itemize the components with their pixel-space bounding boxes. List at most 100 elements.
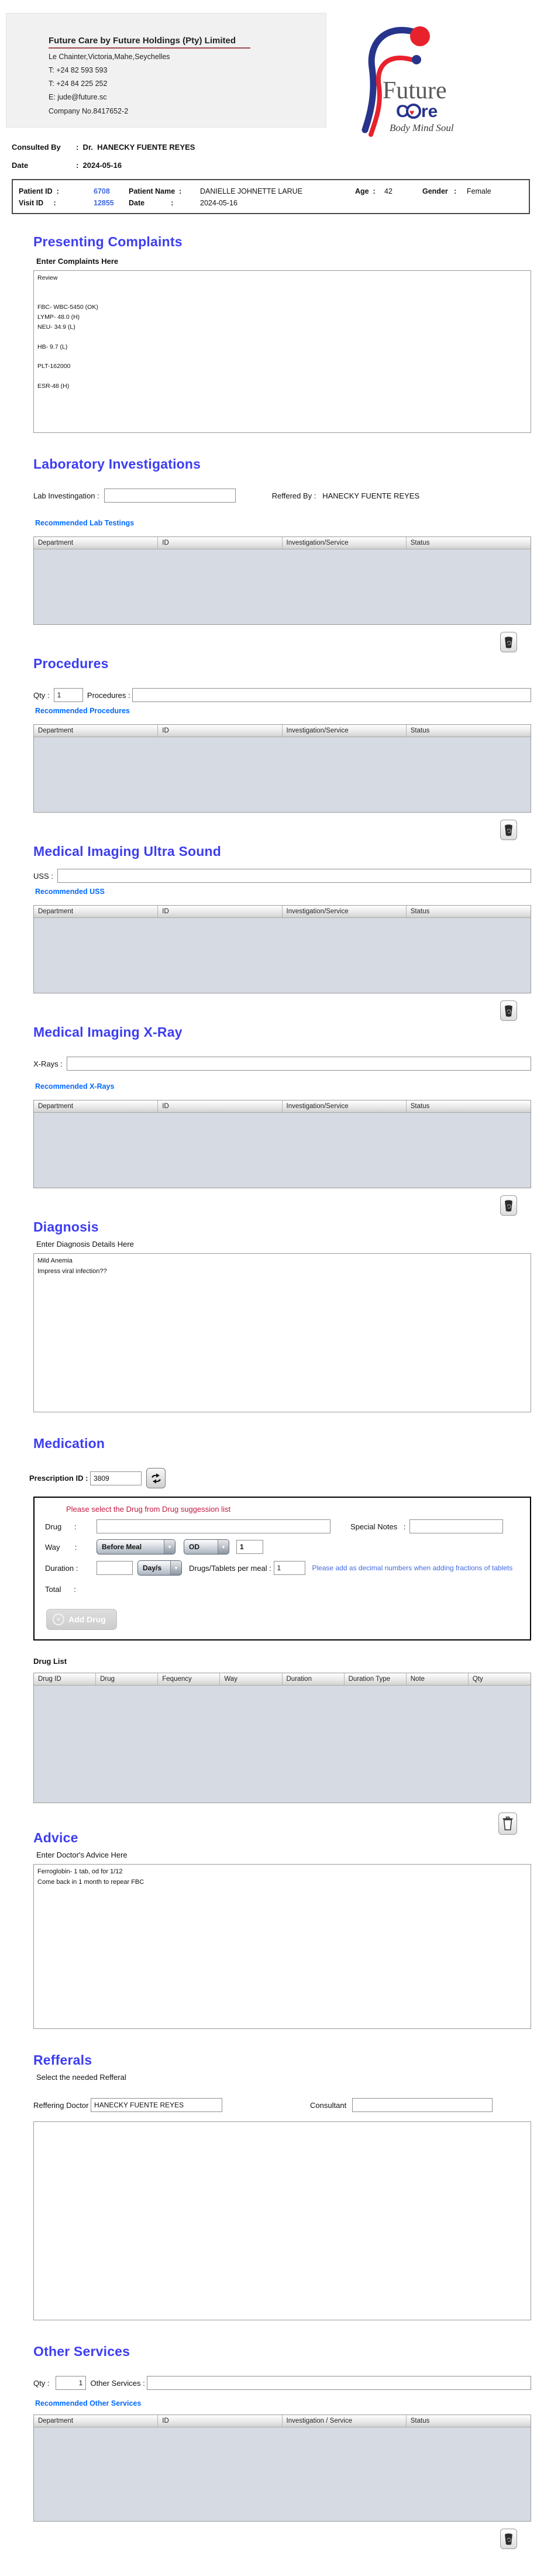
referred-by-label: Reffered By :	[271, 491, 323, 500]
other-services-label: Other Services :	[86, 2378, 147, 2388]
consultant-input[interactable]	[352, 2098, 493, 2112]
refresh-icon	[151, 1473, 161, 1484]
procedures-qty-input[interactable]	[53, 688, 83, 702]
os-col-department: Department	[34, 2415, 159, 2427]
diagnosis-label: Enter Diagnosis Details Here	[36, 1240, 134, 1249]
per-meal-label: Drugs/Tablets per meal :	[189, 1563, 274, 1573]
patient-id-label: Patient ID :	[19, 187, 59, 195]
delete-lab-test-button[interactable]	[500, 632, 517, 652]
recommended-procedures-link[interactable]: Recommended Procedures	[35, 707, 544, 715]
company-phone-1: T: +24 82 593 593	[49, 66, 108, 75]
special-notes-input[interactable]	[409, 1519, 503, 1533]
uss-input[interactable]	[57, 869, 531, 883]
svg-text:Future: Future	[383, 77, 447, 104]
section-heading-presenting-complaints: Presenting Complaints	[33, 234, 183, 249]
section-heading-xray: Medical Imaging X-Ray	[33, 1024, 183, 1040]
refresh-prescription-button[interactable]	[146, 1468, 166, 1488]
special-notes-label: Special Notes :	[350, 1522, 406, 1531]
add-drug-button[interactable]: + Add Drug	[46, 1609, 117, 1630]
patient-info-box: Patient ID : 6708 Patient Name : DANIELL…	[12, 179, 530, 214]
consulted-by-value: : Dr. HANECKY FUENTE REYES	[76, 143, 195, 152]
os-col-status: Status	[410, 2417, 430, 2424]
company-email: E: jude@future.sc	[49, 93, 107, 102]
trash-outline-icon	[502, 1817, 513, 1831]
lab-col-investigation: Investigation/Service	[283, 537, 407, 549]
other-services-input[interactable]	[147, 2376, 531, 2390]
drug-list-label: Drug List	[33, 1657, 67, 1666]
advice-textarea[interactable]: Ferroglobin- 1 tab, od for 1/12 Come bac…	[33, 1864, 531, 2029]
delete-other-service-button[interactable]	[500, 2529, 517, 2549]
other-services-list[interactable]	[34, 2427, 531, 2521]
referrals-list[interactable]	[33, 2121, 531, 2320]
gender-label: Gender :	[422, 187, 457, 195]
recommended-lab-testings-link[interactable]: Recommended Lab Testings	[35, 519, 544, 527]
delete-procedure-button[interactable]	[500, 820, 517, 840]
trash-icon	[505, 636, 512, 648]
procedures-input[interactable]	[132, 688, 531, 702]
drug-list[interactable]	[34, 1686, 531, 1803]
total-label: Total :	[45, 1585, 76, 1594]
per-meal-input[interactable]	[273, 1561, 305, 1575]
drug-col-id: Drug ID	[34, 1673, 97, 1685]
gender-value: Female	[467, 187, 491, 195]
prescription-id-input[interactable]	[90, 1471, 142, 1485]
referred-by-value: HANECKY FUENTE REYES	[322, 491, 420, 500]
complaints-textarea[interactable]: Review FBC- WBC-5450 (OK) LYMP- 48.0 (H)…	[33, 270, 531, 433]
frequency-select[interactable]: OD ▼	[184, 1539, 229, 1554]
xray-input[interactable]	[67, 1057, 531, 1071]
lab-testings-list[interactable]	[34, 549, 531, 624]
delete-uss-button[interactable]	[500, 1000, 517, 1021]
heart-icon: ♥	[409, 108, 414, 117]
proc-col-department: Department	[34, 725, 159, 737]
other-services-table: Department ID Investigation / Service St…	[33, 2415, 531, 2522]
chevron-down-icon: ▼	[218, 1540, 229, 1554]
lab-testings-table: Department ID Investigation/Service Stat…	[33, 536, 531, 625]
uss-col-investigation: Investigation/Service	[283, 906, 407, 917]
frequency-qty-input[interactable]	[236, 1540, 263, 1554]
delete-advice-button[interactable]	[498, 1813, 517, 1835]
svg-text:re: re	[421, 102, 438, 121]
lab-col-status: Status	[410, 539, 430, 546]
lab-col-id: ID	[158, 537, 283, 549]
visit-id-label: Visit ID :	[19, 199, 56, 207]
add-icon: +	[53, 1614, 64, 1625]
delete-xray-button[interactable]	[500, 1195, 517, 1216]
visit-date-label: Date :	[129, 199, 174, 207]
uss-col-id: ID	[158, 906, 283, 917]
company-phone-2: T: +24 84 225 252	[49, 80, 108, 88]
company-address: Le Chainter,Victoria,Mahe,Seychelles	[49, 53, 170, 61]
xray-col-department: Department	[34, 1100, 159, 1112]
patient-id-value: 6708	[94, 187, 110, 195]
xray-table: Department ID Investigation/Service Stat…	[33, 1100, 531, 1188]
diagnosis-textarea[interactable]: Mild Anemia Impress viral infection??	[33, 1253, 531, 1412]
lab-investigation-input[interactable]	[104, 489, 236, 503]
recommended-other-services-link[interactable]: Recommended Other Services	[35, 2399, 544, 2408]
drug-label: Drug :	[45, 1522, 77, 1531]
duration-input[interactable]	[97, 1561, 133, 1575]
os-col-investigation: Investigation / Service	[283, 2415, 407, 2427]
uss-table: Department ID Investigation/Service Stat…	[33, 905, 531, 993]
drug-input[interactable]	[97, 1519, 330, 1533]
procedures-qty-label: Qty :	[33, 690, 54, 700]
trash-icon	[505, 1199, 512, 1212]
letterhead: Future Care by Future Holdings (Pty) Lim…	[6, 13, 538, 137]
consulted-by-line: Consulted By : Dr. HANECKY FUENTE REYES	[12, 143, 544, 152]
duration-unit-select[interactable]: Day/s ▼	[137, 1560, 182, 1576]
drug-suggestion-warning: Please select the Drug from Drug suggess…	[66, 1505, 231, 1514]
recommended-xrays-link[interactable]: Recommended X-Rays	[35, 1082, 544, 1091]
xray-list[interactable]	[34, 1113, 531, 1188]
drug-col-duration: Duration	[283, 1673, 345, 1685]
other-services-qty-input[interactable]	[56, 2376, 87, 2390]
section-heading-other-services: Other Services	[33, 2344, 130, 2359]
lab-investigation-label: Lab Investingation :	[33, 491, 99, 500]
complaints-label: Enter Complaints Here	[36, 257, 119, 266]
uss-list[interactable]	[34, 918, 531, 993]
trash-icon	[505, 2533, 512, 2545]
procedures-list[interactable]	[34, 737, 531, 812]
logo-red-dot-icon	[410, 26, 430, 46]
referring-doctor-input[interactable]	[91, 2098, 223, 2112]
duration-label: Duration :	[45, 1563, 78, 1573]
way-select[interactable]: Before Meal ▼	[97, 1539, 175, 1554]
patient-name-value: DANIELLE JOHNETTE LARUE	[200, 187, 303, 195]
recommended-uss-link[interactable]: Recommended USS	[35, 888, 544, 896]
